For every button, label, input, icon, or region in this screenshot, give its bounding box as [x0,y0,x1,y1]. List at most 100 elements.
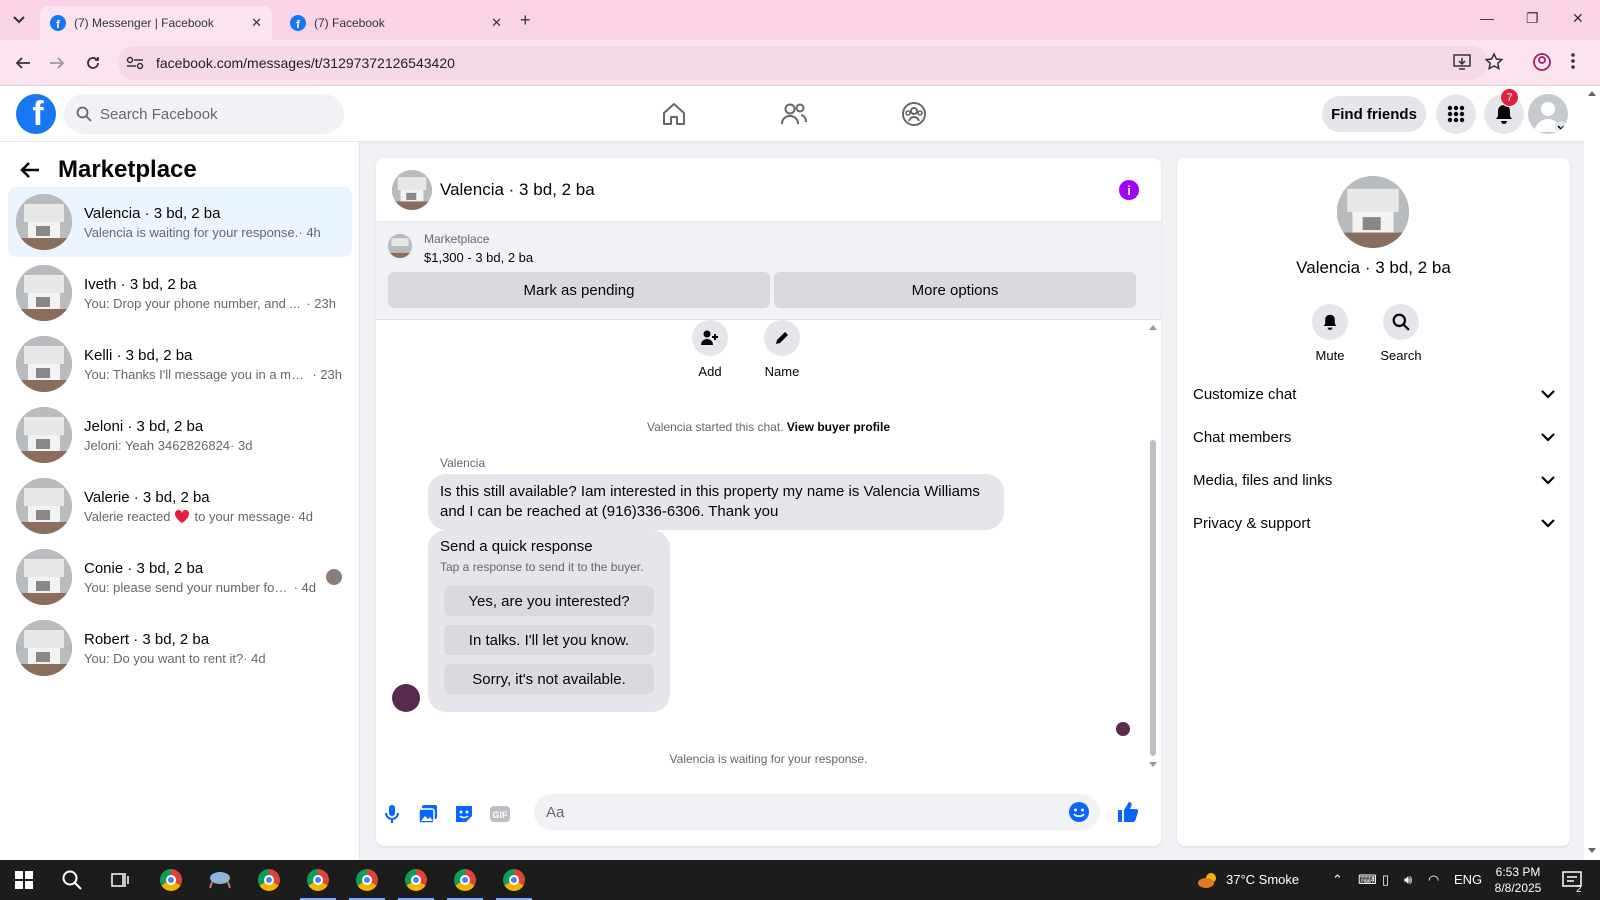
scroll-up-icon[interactable] [1588,90,1596,96]
chevron-down-icon [1541,518,1555,528]
conversation-item[interactable]: Iveth · 3 bd, 2 ba You: Drop your phone … [8,258,352,328]
conversation-item[interactable]: Conie · 3 bd, 2 ba You: please send your… [8,542,352,612]
groups-icon[interactable] [898,98,930,130]
taskbar-search-icon[interactable] [60,868,84,892]
windows-start-icon[interactable] [12,868,36,892]
reload-icon[interactable] [82,52,104,74]
chat-title[interactable]: Valencia · 3 bd, 2 ba [440,180,595,200]
message-input[interactable]: Aa [534,794,1100,830]
minimize-icon[interactable]: — [1480,10,1494,26]
conversation-item[interactable]: Robert · 3 bd, 2 ba You: Do you want to … [8,613,352,683]
quick-response-button[interactable]: Sorry, it's not available. [444,664,654,694]
message-scrollbar[interactable] [1149,320,1157,780]
clock[interactable]: 6:53 PM 8/8/2025 [1488,864,1548,896]
forward-icon[interactable] [46,52,68,74]
network-icon[interactable]: ◠ [1428,872,1439,888]
task-view-icon[interactable] [108,868,132,892]
site-info-icon[interactable] [126,56,146,70]
more-options-button[interactable]: More options [774,272,1136,308]
chrome-taskbar-icon[interactable] [159,868,183,892]
name-chat-button[interactable]: Name [752,320,812,379]
listing-price[interactable]: $1,300 - 3 bd, 2 ba [424,250,533,265]
scroll-down-icon[interactable] [1149,762,1157,768]
windows-taskbar: 37°C Smoke ⌃ ⌨ ▯ 🔊︎ ◠ ENG 6:53 PM 8/8/20… [0,860,1600,900]
search-in-chat-button[interactable]: Search [1366,304,1436,363]
language-indicator[interactable]: ENG [1454,872,1482,887]
tab-messenger[interactable]: f (7) Messenger | Facebook ✕ [40,6,272,40]
listing-thumbnail[interactable] [392,169,432,210]
battery-icon[interactable]: ▯ [1382,872,1389,888]
show-hidden-icons-icon[interactable]: ⌃ [1332,872,1343,888]
url-input[interactable]: facebook.com/messages/t/3129737212654342… [118,46,1488,80]
browser-menu-icon[interactable] [1570,52,1576,70]
chrome-taskbar-icon[interactable] [306,868,330,892]
quick-response-card: Send a quick response Tap a response to … [428,530,670,712]
sender-avatar[interactable] [392,684,420,712]
tab-search-dropdown-icon[interactable] [6,8,32,32]
info-icon[interactable]: i [1119,180,1139,200]
view-buyer-profile-link[interactable]: View buyer profile [787,420,890,434]
back-arrow-icon[interactable] [20,161,40,179]
chrome-taskbar-icon[interactable] [257,868,281,892]
close-tab-icon[interactable]: ✕ [491,15,502,31]
gif-icon[interactable]: GIF [488,802,512,826]
window-close-icon[interactable]: ✕ [1572,10,1584,27]
chrome-taskbar-icon[interactable] [355,868,379,892]
notification-count: 2 [1576,884,1582,895]
message-area: Add Name Valencia started this chat. Vie… [376,320,1161,780]
facebook-logo-icon[interactable]: f [16,94,56,134]
app-taskbar-icon[interactable] [208,868,232,892]
quick-response-button[interactable]: In talks. I'll let you know. [444,625,654,655]
menu-grid-icon[interactable] [1436,94,1476,134]
chat-members-section[interactable]: Chat members [1193,417,1555,457]
friends-icon[interactable] [778,98,810,130]
photo-icon[interactable] [416,802,440,826]
back-icon[interactable] [12,52,34,74]
add-people-button[interactable]: Add [680,320,740,379]
conversation-item[interactable]: Valencia · 3 bd, 2 ba Valencia is waitin… [8,187,352,257]
new-tab-icon[interactable]: + [520,10,531,31]
account-avatar[interactable] [1528,94,1568,134]
customize-chat-section[interactable]: Customize chat [1193,374,1555,414]
conversation-item[interactable]: Jeloni · 3 bd, 2 ba Jeloni: Yeah 3462826… [8,400,352,470]
conversation-name: Jeloni · 3 bd, 2 ba [84,417,204,435]
home-icon[interactable] [658,98,690,130]
message-composer: GIF Aa [376,780,1161,846]
quick-response-button[interactable]: Yes, are you interested? [444,586,654,616]
chrome-taskbar-icon[interactable] [502,868,526,892]
thumbs-up-icon[interactable] [1116,800,1140,824]
conversation-item[interactable]: Valerie · 3 bd, 2 ba Valerie reacted to … [8,471,352,541]
weather-text[interactable]: 37°C Smoke [1226,872,1299,887]
browser-tab-bar: f (7) Messenger | Facebook ✕ f (7) Faceb… [0,0,1600,40]
listing-thumbnail[interactable] [1337,176,1409,248]
volume-icon[interactable]: 🔊︎ [1404,872,1412,888]
weather-icon[interactable] [1196,868,1220,892]
sticker-icon[interactable] [452,802,476,826]
conversation-item[interactable]: Kelli · 3 bd, 2 ba You: Thanks I'll mess… [8,329,352,399]
tab-facebook[interactable]: f (7) Facebook ✕ [280,6,512,40]
listing-thumbnail [16,265,72,321]
bookmark-star-icon[interactable] [1484,52,1504,72]
profile-icon[interactable] [1532,52,1552,72]
maximize-icon[interactable]: ❐ [1526,10,1539,27]
page-scrollbar[interactable] [1584,86,1600,860]
chat-started-notice: Valencia started this chat. View buyer p… [376,420,1161,434]
chrome-taskbar-icon[interactable] [404,868,428,892]
find-friends-button[interactable]: Find friends [1322,96,1426,132]
search-input[interactable]: Search Facebook [64,94,344,134]
microphone-icon[interactable] [380,802,404,826]
scroll-up-icon[interactable] [1149,324,1157,330]
privacy-support-section[interactable]: Privacy & support [1193,503,1555,543]
mute-button[interactable]: Mute [1295,304,1365,363]
install-app-icon[interactable] [1452,52,1472,72]
scroll-down-icon[interactable] [1588,848,1596,854]
scrollbar-thumb[interactable] [1150,440,1156,756]
mark-as-pending-button[interactable]: Mark as pending [388,272,770,308]
ime-icon[interactable]: ⌨ [1358,872,1377,888]
chrome-taskbar-icon[interactable] [453,868,477,892]
conversation-name: Robert · 3 bd, 2 ba [84,630,210,648]
media-files-links-section[interactable]: Media, files and links [1193,460,1555,500]
conversation-time: · 23h [312,366,342,382]
emoji-icon[interactable] [1068,801,1090,823]
close-tab-icon[interactable]: ✕ [251,15,262,31]
